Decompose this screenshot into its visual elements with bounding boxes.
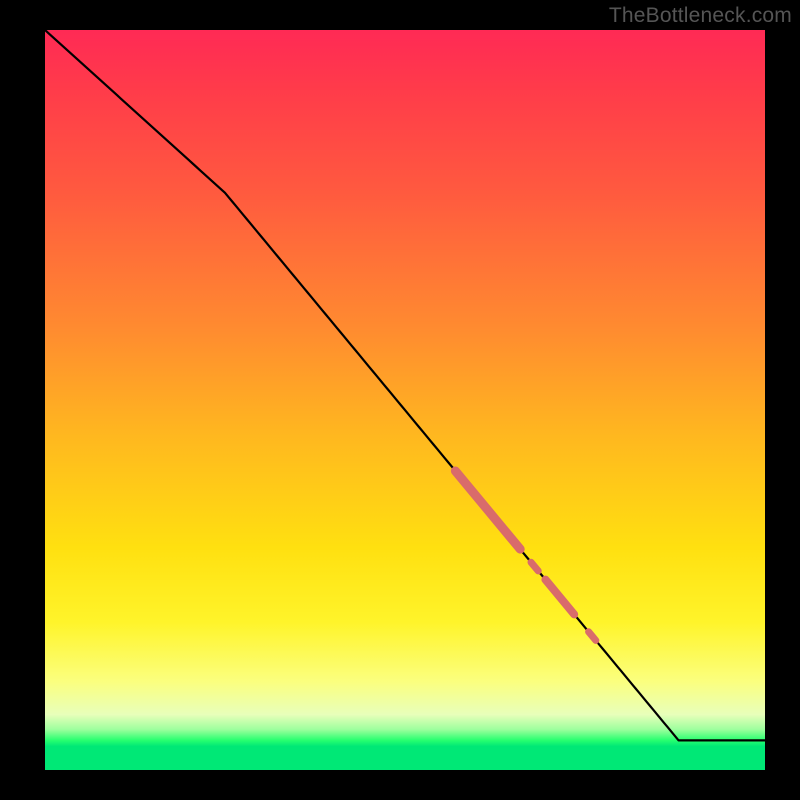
highlight-thick-lower — [545, 580, 574, 615]
plot-area — [45, 30, 765, 770]
chart-overlay — [45, 30, 765, 770]
highlight-dot-mid — [531, 562, 538, 571]
highlight-thick-upper — [455, 471, 520, 549]
chart-frame: TheBottleneck.com — [0, 0, 800, 800]
highlight-dot-low — [589, 632, 596, 641]
main-curve — [45, 30, 765, 740]
watermark-text: TheBottleneck.com — [609, 4, 792, 28]
